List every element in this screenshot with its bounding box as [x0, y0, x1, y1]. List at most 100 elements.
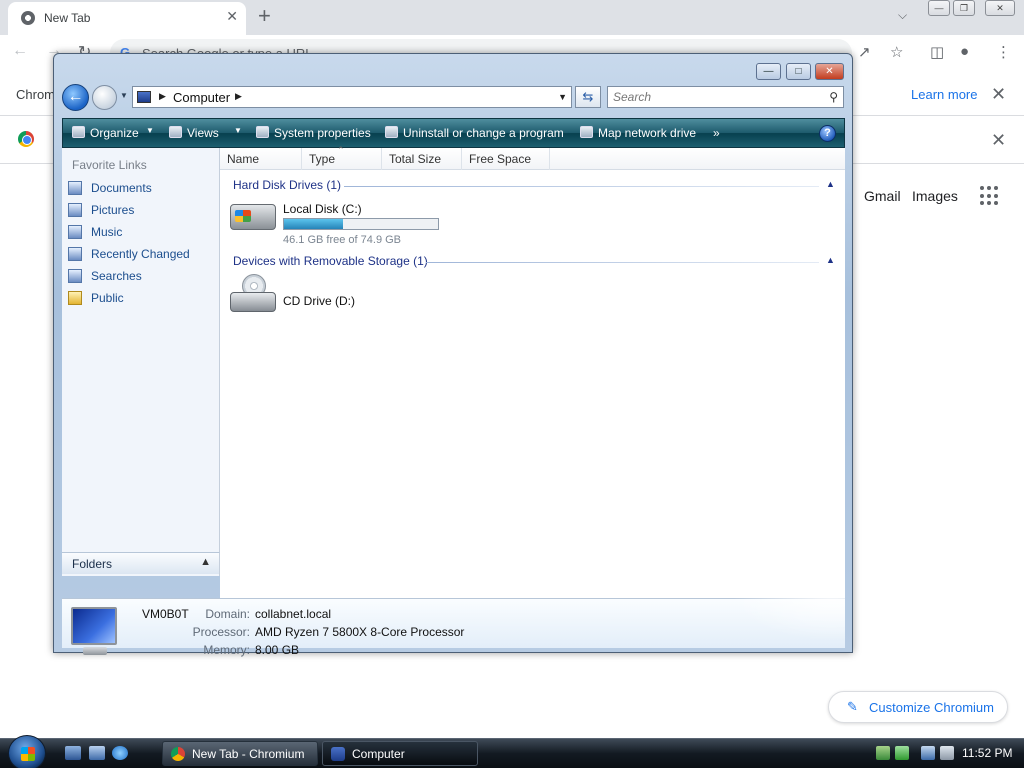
profile-avatar-icon[interactable]: ● [960, 43, 969, 60]
navigation-pane: Favorite Links Documents Pictures Music … [62, 148, 220, 576]
explorer-maximize-button[interactable]: □ [786, 63, 811, 80]
nav-item-music[interactable]: Music [68, 222, 216, 242]
share-icon[interactable]: ↗ [858, 43, 871, 61]
views-dropdown-icon[interactable]: ▼ [234, 126, 242, 135]
uninstall-program-button[interactable]: Uninstall or change a program [385, 126, 564, 140]
collapse-group-icon[interactable]: ▲ [826, 255, 835, 265]
explorer-close-button[interactable]: ✕ [815, 63, 844, 80]
nav-item-documents[interactable]: Documents [68, 178, 216, 198]
taskbar-item-label: Computer [352, 747, 405, 761]
info-bar-close-icon[interactable]: ✕ [991, 84, 1006, 105]
google-apps-icon[interactable] [980, 186, 1000, 206]
tab-close-icon[interactable]: ✕ [226, 8, 238, 25]
organize-button[interactable]: Organize [72, 126, 139, 140]
column-header-name[interactable]: Name [220, 148, 302, 170]
system-properties-icon [256, 126, 269, 138]
breadcrumb-arrow-icon[interactable]: ▶ [159, 91, 166, 102]
cd-drive-icon [230, 274, 276, 314]
group-header-removable-storage[interactable]: Devices with Removable Storage (1) [233, 254, 428, 268]
gmail-link[interactable]: Gmail [864, 188, 901, 204]
start-orb-icon[interactable] [8, 735, 46, 768]
breadcrumb-computer[interactable]: Computer [173, 90, 230, 105]
search-box[interactable]: ⚲ [607, 86, 844, 108]
breadcrumb-arrow-icon[interactable]: ▶ [235, 91, 242, 102]
drive-name: CD Drive (D:) [283, 294, 355, 308]
address-dropdown-icon[interactable]: ▼ [558, 92, 567, 102]
images-link[interactable]: Images [912, 188, 958, 204]
taskbar-item-label: New Tab - Chromium [192, 747, 305, 761]
tab-search-chevron-icon[interactable]: ⌵ [898, 8, 907, 23]
nav-item-label: Documents [91, 181, 152, 195]
column-header-total-size[interactable]: Total Size [382, 148, 462, 170]
taskbar-item-chromium[interactable]: New Tab - Chromium [162, 741, 318, 766]
chrome-logo-icon [18, 131, 34, 147]
refresh-button[interactable]: ⇆ [575, 86, 601, 108]
second-info-bar-close-icon[interactable]: ✕ [991, 130, 1006, 151]
nav-item-label: Public [91, 291, 124, 305]
network-drive-icon [580, 126, 593, 138]
computer-icon [137, 91, 151, 103]
nav-item-recently-changed[interactable]: Recently Changed [68, 244, 216, 264]
taskbar-item-computer[interactable]: Computer [322, 741, 478, 766]
address-bar[interactable]: ▶ Computer ▶ ▼ [132, 86, 572, 108]
pencil-icon: ✎ [847, 699, 858, 714]
nav-item-public[interactable]: Public [68, 288, 216, 308]
bookmark-star-icon[interactable]: ☆ [890, 43, 903, 61]
minimize-button[interactable]: — [928, 0, 950, 16]
more-commands-chevron-icon[interactable]: » [713, 126, 720, 140]
organize-icon [72, 126, 85, 138]
drive-cd-d[interactable]: CD Drive (D:) [220, 272, 420, 318]
learn-more-link[interactable]: Learn more [911, 87, 977, 102]
search-icon[interactable]: ⚲ [829, 90, 838, 104]
drive-local-disk-c[interactable]: Local Disk (C:) 46.1 GB free of 74.9 GB [220, 196, 480, 246]
collapse-group-icon[interactable]: ▲ [826, 179, 835, 189]
explorer-minimize-button[interactable]: — [756, 63, 781, 80]
restore-button[interactable]: ❐ [953, 0, 975, 16]
customize-chromium-button[interactable]: ✎ Customize Chromium [828, 691, 1008, 723]
side-panel-icon[interactable]: ◫ [930, 43, 944, 61]
menu-kebab-icon[interactable]: ⋮ [996, 43, 1011, 61]
group-header-hard-disk-drives[interactable]: Hard Disk Drives (1) [233, 178, 341, 192]
memory-label: Memory: [203, 643, 250, 657]
nav-item-searches[interactable]: Searches [68, 266, 216, 286]
music-icon [68, 225, 82, 239]
back-button[interactable]: ← [62, 84, 89, 111]
internet-explorer-icon[interactable] [112, 746, 128, 760]
tab-new-tab[interactable]: New Tab ✕ [8, 2, 246, 35]
map-network-drive-button[interactable]: Map network drive [580, 126, 696, 140]
computer-icon [331, 747, 345, 761]
views-button[interactable]: Views [169, 126, 219, 140]
favorite-links-heading: Favorite Links [72, 158, 147, 172]
back-arrow-icon[interactable]: ← [12, 42, 28, 60]
network-status-icon[interactable] [876, 746, 890, 760]
tab-strip: New Tab ✕ + ⌵ — ❐ ✕ [0, 0, 1024, 35]
network-connection-icon[interactable] [921, 746, 935, 760]
nav-item-pictures[interactable]: Pictures [68, 200, 216, 220]
forward-button[interactable] [92, 85, 117, 110]
chevron-up-icon: ▲ [200, 556, 211, 568]
system-clock[interactable]: 11:52 PM [962, 746, 1012, 760]
switch-windows-icon[interactable] [89, 746, 105, 760]
processor-value: AMD Ryzen 7 5800X 8-Core Processor [255, 625, 465, 639]
organize-dropdown-icon[interactable]: ▼ [146, 126, 154, 135]
help-icon[interactable]: ? [819, 125, 836, 142]
drive-name: Local Disk (C:) [283, 202, 362, 216]
system-properties-button[interactable]: System properties [256, 126, 371, 140]
column-headers: Name Type ⌃ Total Size Free Space [220, 145, 845, 170]
disk-usage-bar [283, 218, 439, 230]
show-desktop-icon[interactable] [65, 746, 81, 760]
new-tab-button[interactable]: + [258, 3, 271, 29]
nav-item-label: Music [91, 225, 123, 239]
drive-free-space: 46.1 GB free of 74.9 GB [283, 234, 402, 246]
uninstall-program-label: Uninstall or change a program [403, 126, 564, 140]
folders-toggle[interactable]: Folders ▲ [62, 552, 220, 574]
tab-title: New Tab [44, 11, 91, 25]
column-header-free-space[interactable]: Free Space [462, 148, 550, 170]
close-window-button[interactable]: ✕ [985, 0, 1015, 16]
recent-pages-dropdown-icon[interactable]: ▼ [120, 91, 128, 100]
sync-status-icon[interactable] [895, 746, 909, 760]
searches-icon [68, 269, 82, 283]
folder-icon [68, 291, 82, 305]
search-input[interactable] [608, 87, 818, 107]
volume-muted-icon[interactable] [940, 746, 954, 760]
